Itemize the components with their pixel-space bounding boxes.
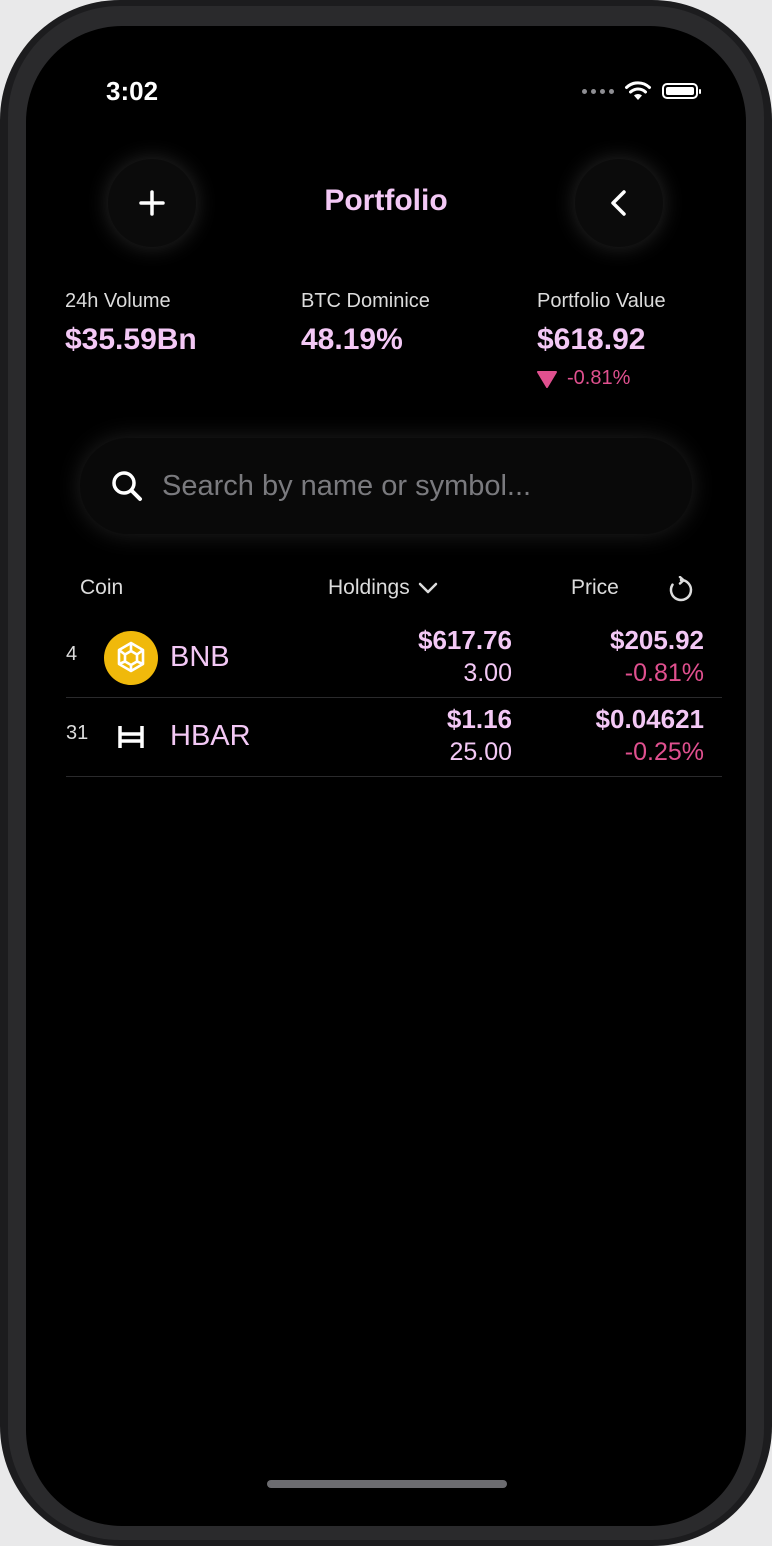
coin-symbol: BNB bbox=[170, 641, 230, 673]
app-screen: 3:02 Portfolio 24h Volume $35.59Bn BTC D… bbox=[26, 26, 746, 1526]
stat-btc-dominance: BTC Dominice 48.19% bbox=[301, 290, 430, 357]
refresh-icon bbox=[669, 576, 693, 602]
search-icon bbox=[112, 471, 142, 501]
holdings-quantity: 3.00 bbox=[463, 659, 512, 687]
stat-volume: 24h Volume $35.59Bn bbox=[65, 290, 197, 357]
chevron-down-icon bbox=[418, 582, 437, 594]
portfolio-change-text: -0.81% bbox=[567, 367, 631, 389]
home-indicator[interactable] bbox=[267, 1480, 507, 1488]
back-button[interactable] bbox=[575, 159, 663, 247]
column-label: Holdings bbox=[328, 576, 410, 599]
cellular-icon bbox=[582, 88, 614, 94]
bnb-logo-icon bbox=[104, 631, 158, 685]
wifi-icon bbox=[625, 81, 651, 100]
stat-value: 48.19% bbox=[301, 323, 403, 356]
status-icons bbox=[582, 80, 701, 102]
stat-portfolio-value: Portfolio Value $618.92 -0.81% bbox=[537, 290, 666, 390]
coin-rank: 4 bbox=[66, 643, 78, 665]
refresh-button[interactable] bbox=[667, 576, 695, 604]
coin-price: $205.92 bbox=[610, 625, 704, 655]
device-frame: 3:02 Portfolio 24h Volume $35.59Bn BTC D… bbox=[0, 0, 772, 1546]
stat-label: BTC Dominice bbox=[301, 290, 430, 312]
stat-value: $618.92 bbox=[537, 323, 646, 356]
column-label: Price bbox=[571, 576, 619, 599]
holdings-value: $617.76 bbox=[418, 625, 512, 655]
column-header-price[interactable]: Price bbox=[571, 576, 619, 600]
search-bar[interactable] bbox=[80, 438, 692, 534]
stat-value: $35.59Bn bbox=[65, 323, 197, 356]
holdings-value: $1.16 bbox=[446, 704, 512, 734]
stat-change: -0.81% bbox=[537, 367, 666, 390]
coin-row[interactable]: 31 HBAR $1.16 25.00 $0.04621 -0.25% bbox=[66, 698, 722, 777]
column-header-holdings[interactable]: Holdings bbox=[328, 576, 438, 600]
coin-rank: 31 bbox=[66, 722, 89, 744]
column-label: Coin bbox=[80, 576, 124, 599]
column-header-coin[interactable]: Coin bbox=[80, 576, 123, 600]
hbar-logo-icon bbox=[118, 726, 144, 748]
stat-label: 24h Volume bbox=[65, 290, 171, 312]
battery-icon bbox=[662, 83, 701, 99]
holdings-quantity: 25.00 bbox=[449, 738, 512, 766]
price-change: -0.81% bbox=[624, 659, 704, 687]
coin-price: $0.04621 bbox=[595, 704, 704, 734]
price-change: -0.25% bbox=[624, 738, 704, 766]
stat-label: Portfolio Value bbox=[537, 290, 666, 312]
chevron-left-icon bbox=[611, 190, 626, 216]
search-input[interactable] bbox=[160, 468, 664, 504]
coin-row[interactable]: 4 BNB $617.76 3.00 $205.92 -0.81% bbox=[66, 619, 722, 698]
status-time: 3:02 bbox=[106, 76, 159, 106]
coin-symbol: HBAR bbox=[170, 720, 251, 752]
triangle-down-icon bbox=[537, 370, 557, 388]
